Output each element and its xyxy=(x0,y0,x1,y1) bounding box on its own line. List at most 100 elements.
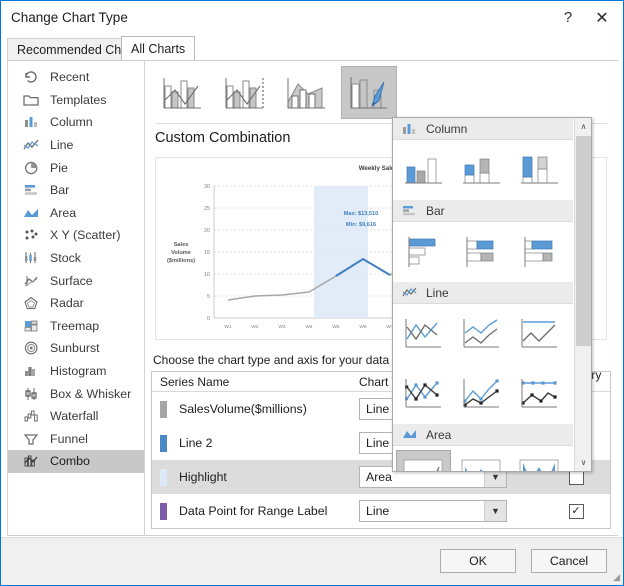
sidebar-item-line[interactable]: Line xyxy=(8,134,144,157)
change-chart-type-dialog: Change Chart Type ? ✕ Recommended Charts… xyxy=(0,0,624,586)
sidebar-item-label: Templates xyxy=(50,92,107,107)
annotation-min: Min: $9,616 xyxy=(346,222,376,228)
annotation-max: Max: $13,510 xyxy=(344,211,379,217)
pie-icon xyxy=(21,160,41,176)
chart-type-value: Line xyxy=(366,504,390,518)
gallery-item-area[interactable] xyxy=(396,450,451,471)
series-name-label: Data Point for Range Label xyxy=(179,504,328,518)
chart-type-value: Area xyxy=(366,470,392,484)
combo-thumb-stacked-area-clustered-column[interactable] xyxy=(279,66,335,119)
cancel-button[interactable]: Cancel xyxy=(531,549,607,573)
chart-type-cell: Line ▼ xyxy=(359,500,544,522)
sidebar-item-label: Combo xyxy=(50,454,90,469)
gallery-row-line-1 xyxy=(393,304,573,364)
area-icon xyxy=(21,205,41,221)
sidebar-item-radar[interactable]: Radar xyxy=(8,292,144,315)
waterfall-icon xyxy=(21,408,41,424)
combo-icon xyxy=(21,453,41,469)
sidebar-item-label: X Y (Scatter) xyxy=(50,228,121,243)
combo-thumb-clustered-column-line[interactable] xyxy=(155,66,211,119)
gallery-section-header-area: Area xyxy=(393,424,573,446)
sidebar-item-templates[interactable]: Templates xyxy=(8,89,144,112)
series-color-swatch xyxy=(160,468,167,486)
sidebar-item-area[interactable]: Area xyxy=(8,202,144,225)
scroll-down-icon[interactable]: ∨ xyxy=(575,454,591,471)
gallery-item-100-stacked-area[interactable] xyxy=(512,450,567,471)
gallery-item-100-stacked-bar[interactable] xyxy=(512,226,567,278)
gallery-section-label: Column xyxy=(426,121,468,136)
gallery-section-label: Area xyxy=(426,427,452,442)
table-row[interactable]: Data Point for Range Label Line ▼ ✓ xyxy=(152,494,610,528)
gallery-section-label: Line xyxy=(426,285,449,300)
sidebar-item-box-whisker[interactable]: Box & Whisker xyxy=(8,382,144,405)
combo-thumb-clustered-column-line-secondary-axis[interactable] xyxy=(217,66,273,119)
gallery-item-stacked-bar[interactable] xyxy=(454,226,509,278)
series-name-label: Line 2 xyxy=(179,436,213,450)
chart-type-dropdown[interactable]: Line ▼ xyxy=(359,500,507,522)
help-icon[interactable]: ? xyxy=(551,3,585,33)
column-icon xyxy=(21,114,41,130)
series-name-cell: Line 2 xyxy=(152,434,359,452)
tab-label: All Charts xyxy=(131,42,186,56)
svg-text:W1: W1 xyxy=(224,324,232,330)
sidebar-item-bar[interactable]: Bar xyxy=(8,179,144,202)
sidebar-item-label: Recent xyxy=(50,70,90,85)
sidebar-item-label: Box & Whisker xyxy=(50,386,132,401)
sidebar-item-sunburst[interactable]: Sunburst xyxy=(8,337,144,360)
sidebar-item-label: Histogram xyxy=(50,364,107,379)
scrollbar-thumb[interactable] xyxy=(576,136,591,346)
gallery-item-clustered-column[interactable] xyxy=(396,144,451,196)
window-controls: ? ✕ xyxy=(551,1,619,34)
series-table-instruction: Choose the chart type and axis for your … xyxy=(153,353,428,367)
sidebar-item-scatter[interactable]: X Y (Scatter) xyxy=(8,224,144,247)
area-icon xyxy=(400,427,418,442)
sidebar-item-column[interactable]: Column xyxy=(8,111,144,134)
tab-all-charts[interactable]: All Charts xyxy=(121,36,196,61)
gallery-item-clustered-bar[interactable] xyxy=(396,226,451,278)
svg-text:W3: W3 xyxy=(278,324,286,330)
column-header-series-name: Series Name xyxy=(160,374,230,389)
chart-category-list[interactable]: Recent Templates Column Line Pie Bar Are… xyxy=(8,61,145,535)
gallery-item-line[interactable] xyxy=(396,308,451,360)
gallery-item-stacked-line[interactable] xyxy=(454,308,509,360)
sidebar-item-label: Line xyxy=(50,138,74,153)
highlight-band xyxy=(314,186,368,318)
gallery-item-line-with-markers[interactable] xyxy=(396,368,451,420)
resize-grip-icon[interactable]: ◢ xyxy=(613,572,620,583)
ok-button[interactable]: OK xyxy=(440,549,516,573)
box-whisker-icon xyxy=(21,386,41,402)
gallery-row-line-2 xyxy=(393,364,573,424)
combo-thumbnail-row xyxy=(155,66,397,119)
sidebar-item-combo[interactable]: Combo xyxy=(8,450,144,473)
sidebar-item-label: Funnel xyxy=(50,431,88,446)
sidebar-item-label: Treemap xyxy=(50,318,100,333)
gallery-scrollbar[interactable]: ∧ ∨ xyxy=(574,118,591,471)
bar-icon xyxy=(400,203,418,218)
chart-type-gallery-dropdown[interactable]: Column Bar Line Area ∧ ∨ xyxy=(392,117,592,472)
sidebar-item-treemap[interactable]: Treemap xyxy=(8,315,144,338)
sidebar-item-stock[interactable]: Stock xyxy=(8,247,144,270)
scroll-up-icon[interactable]: ∧ xyxy=(575,118,591,135)
gallery-item-100-stacked-column[interactable] xyxy=(512,144,567,196)
gallery-item-stacked-area[interactable] xyxy=(454,450,509,471)
chevron-down-icon[interactable]: ▼ xyxy=(484,501,506,521)
combo-thumb-custom-combination[interactable] xyxy=(341,66,397,119)
sidebar-item-recent[interactable]: Recent xyxy=(8,66,144,89)
close-icon[interactable]: ✕ xyxy=(585,3,619,33)
series-color-swatch xyxy=(160,434,167,452)
svg-text:5: 5 xyxy=(207,294,210,300)
sidebar-item-histogram[interactable]: Histogram xyxy=(8,360,144,383)
sidebar-item-waterfall[interactable]: Waterfall xyxy=(8,405,144,428)
series-color-swatch xyxy=(160,502,167,520)
series-name-cell: Data Point for Range Label xyxy=(152,502,359,520)
templates-icon xyxy=(21,92,41,108)
secondary-axis-checkbox[interactable]: ✓ xyxy=(568,503,584,519)
sidebar-item-pie[interactable]: Pie xyxy=(8,156,144,179)
sidebar-item-surface[interactable]: Surface xyxy=(8,269,144,292)
bar-icon xyxy=(21,182,41,198)
gallery-item-100-stacked-line[interactable] xyxy=(512,308,567,360)
gallery-item-stacked-column[interactable] xyxy=(454,144,509,196)
sidebar-item-funnel[interactable]: Funnel xyxy=(8,428,144,451)
gallery-item-stacked-line-with-markers[interactable] xyxy=(454,368,509,420)
gallery-item-100-stacked-line-with-markers[interactable] xyxy=(512,368,567,420)
